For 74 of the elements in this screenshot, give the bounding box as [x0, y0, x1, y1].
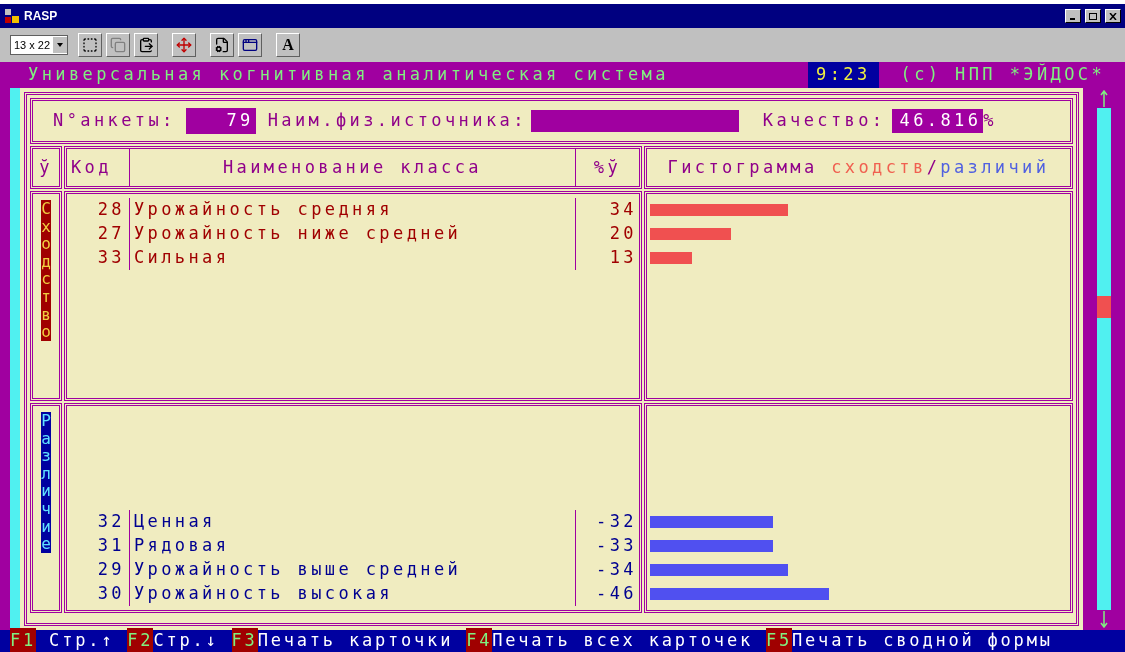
app-title: Универсальная когнитивная аналитическая система	[28, 63, 670, 87]
class-code: 32	[96, 510, 126, 534]
function-key[interactable]: F5	[765, 628, 793, 652]
anketa-label: N°анкеты:	[53, 109, 176, 133]
class-name: Рядовая	[128, 534, 575, 558]
app-logo-icon	[4, 8, 20, 24]
function-key-label: Печать карточки	[257, 629, 454, 652]
close-icon	[1109, 12, 1117, 20]
font-size-dropdown[interactable]: 13 x 22	[10, 35, 69, 55]
percent-sign: %	[983, 109, 997, 133]
file-gear-icon	[214, 37, 231, 53]
paste-button[interactable]	[134, 33, 159, 57]
percent-value: -32	[574, 510, 639, 534]
font-button[interactable]: A	[276, 33, 301, 57]
percent-value: -34	[574, 558, 639, 582]
close-button[interactable]	[1105, 9, 1121, 23]
anketa-number-field[interactable]: 79	[185, 108, 256, 134]
clock-time: 9:23	[808, 62, 879, 88]
paste-icon	[138, 37, 155, 53]
function-key[interactable]: F4	[466, 628, 493, 652]
dropdown-caret-icon	[53, 37, 68, 53]
class-name: Урожайность высокая	[128, 582, 575, 606]
class-name: Урожайность ниже средней	[128, 222, 575, 246]
scroll-down-arrow-icon[interactable]	[1100, 610, 1108, 628]
class-code: 28	[96, 198, 126, 222]
column-header: Код	[69, 155, 113, 179]
minimize-button[interactable]	[1065, 9, 1081, 23]
percent-value: -46	[574, 582, 639, 606]
font-size-value: 13 x 22	[14, 37, 51, 53]
scroll-up-arrow-icon[interactable]	[1100, 90, 1108, 108]
scrollbar-thumb[interactable]	[1097, 296, 1111, 318]
column-header: %ў	[574, 149, 639, 186]
maximize-button[interactable]	[1085, 9, 1101, 23]
percent-value: 13	[574, 246, 639, 270]
class-code: 29	[96, 558, 126, 582]
quality-label: Качество:	[762, 109, 886, 133]
copyright: (c) НПП *ЭЙДОС*	[900, 62, 1106, 87]
histogram-heading: Гистограмма сходств/различий	[667, 155, 1050, 179]
background-button[interactable]	[238, 33, 263, 57]
function-key-label: Стр.↑	[48, 629, 115, 652]
function-key[interactable]: F2	[127, 628, 154, 652]
class-name: Урожайность средняя	[128, 198, 575, 222]
fullscreen-button[interactable]	[172, 33, 197, 57]
class-code: 33	[96, 246, 126, 270]
percent-value: -33	[574, 534, 639, 558]
quality-field[interactable]: 46.816	[891, 109, 984, 133]
window-icon	[242, 37, 259, 53]
properties-button[interactable]	[210, 33, 235, 57]
function-key-label: Печать сводной формы	[792, 629, 1053, 652]
dashed-square-icon	[82, 37, 99, 53]
function-key[interactable]: F1	[10, 628, 37, 652]
class-code: 30	[96, 582, 126, 606]
class-code: 31	[96, 534, 126, 558]
column-header: Наименование класса	[128, 149, 575, 186]
class-name: Сильная	[128, 246, 575, 270]
maximize-icon	[1089, 12, 1097, 20]
class-name: Ценная	[128, 510, 575, 534]
copy-button[interactable]	[106, 33, 131, 57]
source-label: Наим.физ.источника:	[267, 109, 527, 133]
source-name-field[interactable]	[530, 110, 739, 132]
class-code: 27	[96, 222, 126, 246]
select-button[interactable]	[78, 33, 103, 57]
move-arrows-icon	[176, 37, 193, 53]
function-key-label: Печать всех карточек	[492, 629, 753, 652]
section-label: Различие	[41, 412, 51, 553]
window-title: RASP	[24, 8, 59, 25]
copy-icon	[110, 37, 127, 53]
percent-value: 34	[574, 198, 639, 222]
function-key[interactable]: F3	[231, 628, 258, 652]
class-name: Урожайность выше средней	[128, 558, 575, 582]
section-label: Сходство	[41, 200, 51, 341]
percent-value: 20	[574, 222, 639, 246]
function-key-label: Стр.↓	[153, 629, 219, 652]
column-header: ў	[39, 155, 53, 179]
